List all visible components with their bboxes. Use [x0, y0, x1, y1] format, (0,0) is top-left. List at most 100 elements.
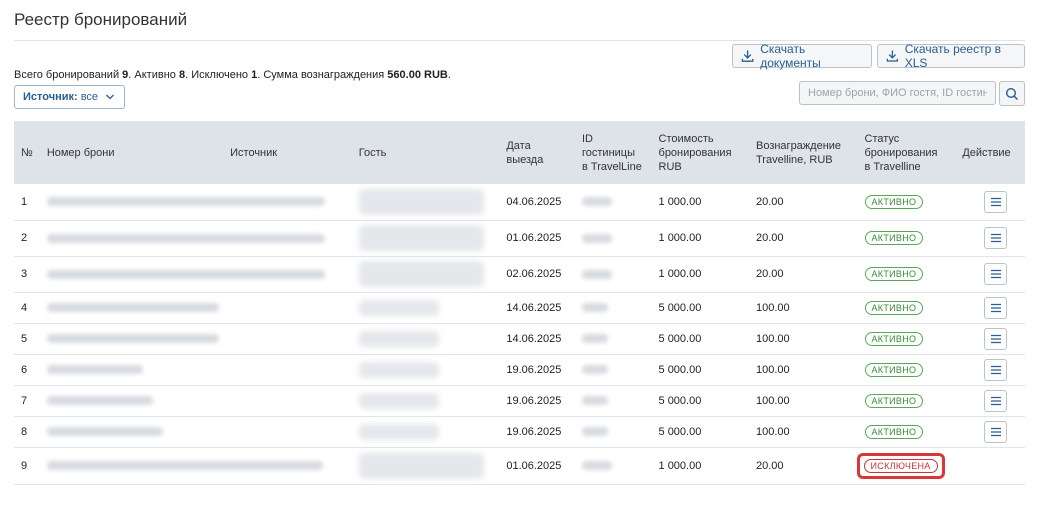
- download-registry-label: Скачать реестр в XLS: [904, 42, 1001, 70]
- summary-line: Всего бронирований 9. Активно 8. Исключе…: [14, 69, 451, 81]
- row-menu-button[interactable]: [984, 420, 1008, 443]
- bookings-table: № Номер брони Источник Гость Дата выезда …: [14, 121, 1025, 485]
- row-num: 6: [14, 354, 40, 386]
- header-booking: Номер брони: [39, 121, 224, 184]
- table-row: 3 02.06.2025 1 000.00 20.00 АКТИВНО: [14, 256, 1025, 293]
- booking-number-redacted: [39, 354, 352, 386]
- hotel-id-redacted: [575, 385, 652, 417]
- checkout-date: 14.06.2025: [499, 292, 575, 324]
- booking-number-redacted: [39, 292, 352, 324]
- source-filter-label: Источник:: [23, 91, 78, 103]
- row-menu-button[interactable]: [984, 327, 1008, 350]
- hotel-id-redacted: [575, 256, 652, 293]
- row-menu-button[interactable]: [984, 358, 1008, 381]
- summary-active: 8: [178, 69, 186, 81]
- reward-amount: 100.00: [748, 416, 858, 448]
- reward-amount: 20.00: [748, 220, 858, 257]
- row-menu-button[interactable]: [984, 227, 1008, 249]
- download-icon: [741, 50, 754, 62]
- row-num: 9: [14, 447, 40, 485]
- booking-cost: 1 000.00: [651, 256, 749, 293]
- reward-amount: 100.00: [748, 385, 858, 417]
- guest-redacted: [351, 385, 500, 417]
- hotel-id-redacted: [575, 354, 652, 386]
- table-row: 6 19.06.2025 5 000.00 100.00 АКТИВНО: [14, 354, 1025, 386]
- source-filter-value: все: [80, 91, 99, 103]
- row-num: 2: [14, 220, 40, 257]
- booking-number-redacted: [39, 184, 352, 221]
- header-reward: Вознаграждение Travelline, RUB: [748, 121, 858, 184]
- booking-cost: 5 000.00: [651, 385, 749, 417]
- menu-icon: [990, 396, 1001, 405]
- table-row: 1 04.06.2025 1 000.00 20.00 АКТИВНО: [14, 184, 1025, 221]
- row-menu-button[interactable]: [984, 296, 1008, 319]
- row-menu-button[interactable]: [984, 263, 1008, 285]
- download-registry-button[interactable]: Скачать реестр в XLS: [877, 42, 1025, 70]
- row-num: 8: [14, 416, 40, 448]
- chevron-down-icon: [106, 94, 114, 100]
- reward-amount: 20.00: [748, 184, 858, 221]
- status-badge: АКТИВНО: [864, 331, 924, 346]
- status-badge: АКТИВНО: [864, 300, 924, 315]
- table-row: 8 19.06.2025 5 000.00 100.00 АКТИВНО: [14, 416, 1025, 448]
- title-divider: [14, 40, 1025, 41]
- table-row: 5 14.06.2025 5 000.00 100.00 АКТИВНО: [14, 323, 1025, 355]
- booking-cost: 1 000.00: [651, 184, 749, 221]
- summary-sum: 560.00 RUB: [387, 69, 448, 81]
- reward-amount: 100.00: [748, 323, 858, 355]
- guest-redacted: [351, 354, 500, 386]
- header-num: №: [14, 121, 40, 184]
- source-filter-dropdown[interactable]: Источник: все: [14, 85, 125, 109]
- booking-number-redacted: [39, 256, 352, 293]
- guest-redacted: [351, 447, 500, 485]
- guest-redacted: [351, 292, 500, 324]
- menu-icon: [990, 427, 1001, 436]
- header-source: Источник: [223, 121, 352, 184]
- checkout-date: 04.06.2025: [499, 184, 575, 221]
- checkout-date: 14.06.2025: [499, 323, 575, 355]
- search-input[interactable]: [799, 81, 996, 105]
- booking-cost: 1 000.00: [651, 220, 749, 257]
- status-badge: АКТИВНО: [864, 424, 924, 439]
- checkout-date: 19.06.2025: [499, 385, 575, 417]
- table-row: 7 19.06.2025 5 000.00 100.00 АКТИВНО: [14, 385, 1025, 417]
- status-badge: АКТИВНО: [864, 231, 924, 245]
- status-badge: ИСКЛЮЧЕНА: [863, 458, 938, 473]
- menu-icon: [990, 303, 1001, 312]
- checkout-date: 02.06.2025: [499, 256, 575, 293]
- booking-number-redacted: [39, 220, 352, 257]
- download-documents-button[interactable]: Скачать документы: [732, 42, 872, 70]
- checkout-date: 01.06.2025: [499, 447, 575, 485]
- guest-redacted: [351, 416, 500, 448]
- guest-redacted: [351, 184, 500, 221]
- header-cost: Стоимость бронирования RUB: [651, 121, 749, 184]
- row-num: 7: [14, 385, 40, 417]
- booking-cost: 5 000.00: [651, 292, 749, 324]
- booking-number-redacted: [39, 447, 352, 485]
- row-menu-button[interactable]: [984, 190, 1008, 213]
- checkout-date: 19.06.2025: [499, 416, 575, 448]
- guest-redacted: [351, 323, 500, 355]
- hotel-id-redacted: [575, 323, 652, 355]
- download-documents-label: Скачать документы: [760, 42, 821, 70]
- table-row: 9 01.06.2025 1 000.00 20.00 ИСКЛЮЧЕНА: [14, 447, 1025, 485]
- booking-cost: 1 000.00: [651, 447, 749, 485]
- menu-icon: [990, 233, 1001, 243]
- checkout-date: 19.06.2025: [499, 354, 575, 386]
- header-hotel-id: ID гостиницы в TravelLine: [575, 121, 652, 184]
- table-header-row: № Номер брони Источник Гость Дата выезда …: [14, 121, 1025, 184]
- reward-amount: 20.00: [748, 447, 858, 485]
- status-badge: АКТИВНО: [864, 393, 924, 408]
- hotel-id-redacted: [575, 220, 652, 257]
- hotel-id-redacted: [575, 447, 652, 485]
- reward-amount: 20.00: [748, 256, 858, 293]
- header-status: Статус бронирования в Travelline: [857, 121, 956, 184]
- download-icon: [886, 50, 899, 62]
- guest-redacted: [351, 256, 500, 293]
- summary-total: 9: [122, 69, 129, 81]
- search-button[interactable]: [999, 81, 1025, 106]
- row-menu-button[interactable]: [984, 389, 1008, 412]
- booking-cost: 5 000.00: [651, 354, 749, 386]
- guest-redacted: [351, 220, 500, 257]
- search-icon: [1005, 87, 1019, 100]
